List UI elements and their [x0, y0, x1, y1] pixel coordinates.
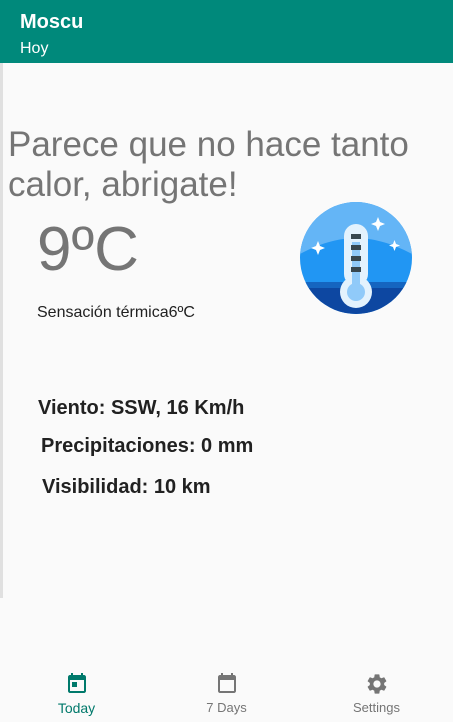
nav-today-label: Today	[57, 700, 96, 716]
precipitation-detail: Precipitaciones: 0 mm	[41, 435, 254, 457]
app-bar: Moscu Hoy	[0, 0, 453, 63]
weather-message: Parece que no hace tanto calor, abrigate…	[8, 125, 409, 204]
nav-today[interactable]: Today	[1, 662, 152, 722]
left-edge-shadow	[0, 63, 3, 598]
nav-settings[interactable]: Settings	[301, 662, 452, 722]
wind-detail: Viento: SSW, 16 Km/h	[38, 397, 245, 419]
feels-like: Sensación térmica6ºC	[37, 304, 195, 321]
calendar-today-icon	[67, 673, 86, 693]
temperature: 9ºC	[37, 215, 139, 284]
calendar-icon	[217, 673, 236, 693]
nav-7-days[interactable]: 7 Days	[151, 662, 302, 722]
bottom-navigation: Today 7 Days Settings	[0, 662, 453, 722]
thermometer-icon	[300, 202, 412, 314]
city-title: Moscu	[20, 11, 84, 33]
gear-icon	[367, 674, 386, 694]
visibility-detail: Visibilidad: 10 km	[42, 476, 211, 498]
nav-7-days-label: 7 Days	[206, 700, 247, 715]
day-subtitle: Hoy	[20, 40, 49, 57]
nav-settings-label: Settings	[353, 700, 400, 715]
